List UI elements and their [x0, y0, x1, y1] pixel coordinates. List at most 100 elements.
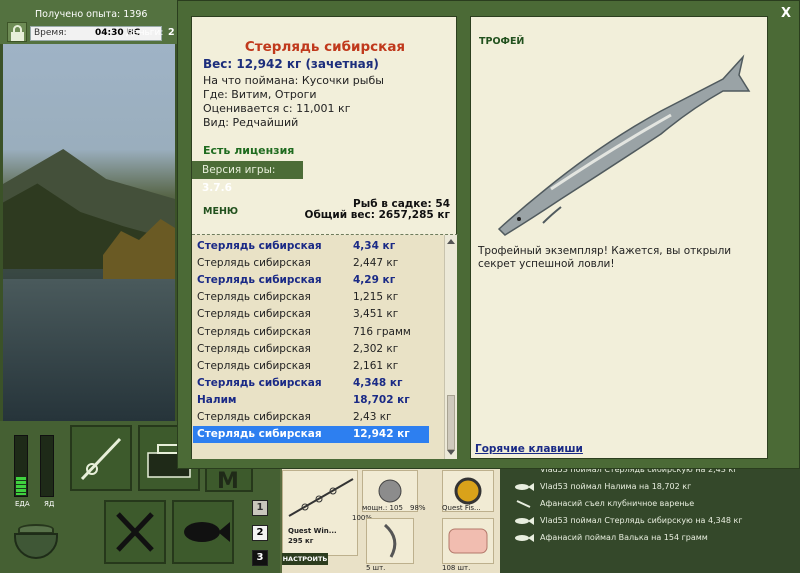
catch-info-panel: Стерлядь сибирская Вес: 12,942 кг (зачет…: [191, 16, 458, 459]
alcohol-meter-label: ЯД: [44, 500, 55, 508]
scroll-down-icon[interactable]: [447, 450, 455, 455]
close-button[interactable]: X: [781, 6, 791, 21]
svg-text:M: M: [217, 469, 239, 490]
lock-icon[interactable]: [7, 22, 27, 42]
catch-fish-name: Стерлядь сибирская: [197, 428, 322, 441]
catch-row[interactable]: Стерлядь сибирская 4,34 кг: [193, 238, 429, 255]
catch-fish-weight: 3,451 кг: [353, 308, 399, 321]
chat-log: Vlad53 поймал Стерлядь сибирскую на 2,43…: [500, 461, 800, 573]
bait-count: 108 шт.: [442, 564, 471, 572]
catch-fish-name: Стерлядь сибирская: [197, 308, 311, 321]
catch-fish-weight: 18,702 кг: [353, 393, 410, 406]
catch-list-scrollbar[interactable]: [444, 235, 457, 459]
money-label: Деньги:: [126, 28, 164, 38]
time-label: Время:: [34, 28, 67, 38]
catch-fish-weight: 2,302 кг: [353, 342, 399, 355]
line-name: Quest Fis...: [442, 504, 481, 512]
catch-fish-weight: 4,348 кг: [353, 376, 403, 389]
slot-3-button[interactable]: 3: [252, 550, 268, 566]
catch-row[interactable]: Налим 18,702 кг: [193, 392, 429, 409]
lure-count: 5 шт.: [366, 564, 386, 572]
catch-fish-name: Стерлядь сибирская: [197, 240, 322, 252]
configure-button[interactable]: НАСТРОИТЬ: [282, 553, 328, 565]
catch-fish-name: Стерлядь сибирская: [197, 291, 311, 304]
bait-slot[interactable]: [442, 518, 494, 564]
rod-weight: 295 кг: [288, 537, 314, 545]
catch-row[interactable]: Стерлядь сибирская 4,348 кг: [193, 375, 429, 392]
catch-row[interactable]: Стерлядь сибирская 3,451 кг: [193, 306, 429, 323]
scroll-up-icon[interactable]: [447, 239, 455, 244]
catch-fish-weight: 12,942 кг: [353, 428, 410, 441]
fish-bait-icon: [448, 528, 488, 554]
catch-fish-weight: 2,161 кг: [353, 359, 399, 372]
catch-fish-weight: 1,215 кг: [353, 291, 399, 304]
catch-fish-name: Стерлядь сибирская: [197, 411, 311, 423]
food-meter: [14, 435, 28, 497]
rod-name: Quest Win...: [288, 527, 337, 535]
catch-row[interactable]: Стерлядь сибирская 1,215 кг: [193, 289, 429, 306]
experience-label: Получено опыта: 1396: [35, 9, 148, 20]
catch-fish-name: Стерлядь сибирская: [197, 274, 322, 287]
total-weight: Общий вес: 2657,285 кг: [304, 209, 450, 221]
menu-button[interactable]: МЕНЮ: [203, 206, 238, 217]
catch-row[interactable]: Стерлядь сибирская 4,29 кг: [193, 272, 429, 289]
scroll-thumb[interactable]: [447, 395, 455, 450]
catch-row[interactable]: Стерлядь сибирская 2,447 кг: [193, 255, 429, 272]
fishing-scene[interactable]: [3, 44, 175, 421]
sterlet-image: [497, 54, 751, 236]
catch-fish-weight: 4,34 кг: [353, 240, 396, 252]
rod-icon: [288, 478, 354, 517]
catch-fish-weight: 4,29 кг: [353, 274, 396, 287]
catch-fish-name: Стерлядь сибирская: [197, 342, 311, 355]
fishing-rod-icon: [80, 437, 122, 481]
chat-line: Vlad53 поймал Налима на 18,702 кг: [540, 482, 692, 491]
slot-1-button[interactable]: 1: [252, 500, 268, 516]
catch-fish-name: Стерлядь сибирская: [197, 376, 322, 389]
game-version: Версия игры: 3.7.6: [192, 161, 303, 194]
fork-knife-icon: [116, 512, 154, 552]
cauldron-icon[interactable]: [10, 520, 62, 562]
catch-row[interactable]: Стерлядь сибирская 2,161 кг: [193, 358, 429, 375]
fish-icon: [515, 534, 534, 542]
fish-tile[interactable]: [172, 500, 234, 564]
catch-fish-name: Стерлядь сибирская: [197, 325, 311, 338]
catch-fish-name: Стерлядь сибирская: [197, 359, 311, 372]
chat-line: Афанасий поймал Валька на 154 грамм: [540, 533, 708, 542]
food-tile[interactable]: [104, 500, 166, 564]
rod-tile[interactable]: [70, 425, 132, 491]
catch-location: Где: Витим, Отроги: [203, 88, 317, 101]
catch-row[interactable]: Стерлядь сибирская 2,43 кг: [193, 409, 429, 426]
chat-line: Vlad53 поймал Стерлядь сибирскую на 4,34…: [540, 516, 743, 525]
catch-fish-weight: 2,447 кг: [353, 257, 399, 270]
fish-icon: [515, 483, 534, 491]
fish-icon: [184, 522, 230, 542]
hook-icon: [383, 523, 397, 558]
version-value: 3.7.6: [202, 182, 232, 194]
fork-knife-icon: [516, 500, 531, 508]
fish-name: Стерлядь сибирская: [244, 39, 406, 55]
license-status: Есть лицензия: [203, 144, 295, 157]
slot-2-button[interactable]: 2: [252, 525, 268, 541]
catch-fish-weight: 2,43 кг: [353, 411, 392, 423]
food-meter-label: ЕДА: [15, 500, 30, 508]
trophy-panel: ТРОФЕЙ Трофейный экземпляр! Кажется, вы …: [470, 16, 768, 459]
money-display: Деньги: 2: [98, 26, 176, 41]
catch-fish-name: Стерлядь сибирская: [197, 257, 311, 270]
money-value: 2: [168, 27, 175, 38]
catch-list[interactable]: Стерлядь сибирская 4,34 кг Стерлядь сибирс…: [192, 235, 444, 459]
chat-line: Афанасий съел клубничное варенье: [540, 499, 695, 508]
evaluated-from: Оценивается с: 11,001 кг: [203, 102, 351, 115]
caught-on: На что поймана: Кусочки рыбы: [203, 74, 384, 87]
catch-row[interactable]: Стерлядь сибирская 716 грамм: [193, 324, 429, 341]
reel-info: мощн.: 105: [362, 504, 403, 512]
fish-icon: [515, 517, 534, 525]
trophy-description: Трофейный экземпляр! Кажется, вы открыли…: [478, 245, 732, 270]
catch-row[interactable]: Стерлядь сибирская 12,942 кг: [193, 426, 429, 444]
lure-slot[interactable]: [366, 518, 414, 564]
hotkeys-link[interactable]: Горячие клавиши: [475, 443, 583, 455]
rarity: Вид: Редчайший: [203, 116, 299, 129]
catch-row[interactable]: Стерлядь сибирская 2,302 кг: [193, 341, 429, 358]
fish-weight: Вес: 12,942 кг (зачетная): [203, 57, 379, 71]
alcohol-meter: [40, 435, 54, 497]
reel-percent: 98%: [410, 504, 426, 512]
